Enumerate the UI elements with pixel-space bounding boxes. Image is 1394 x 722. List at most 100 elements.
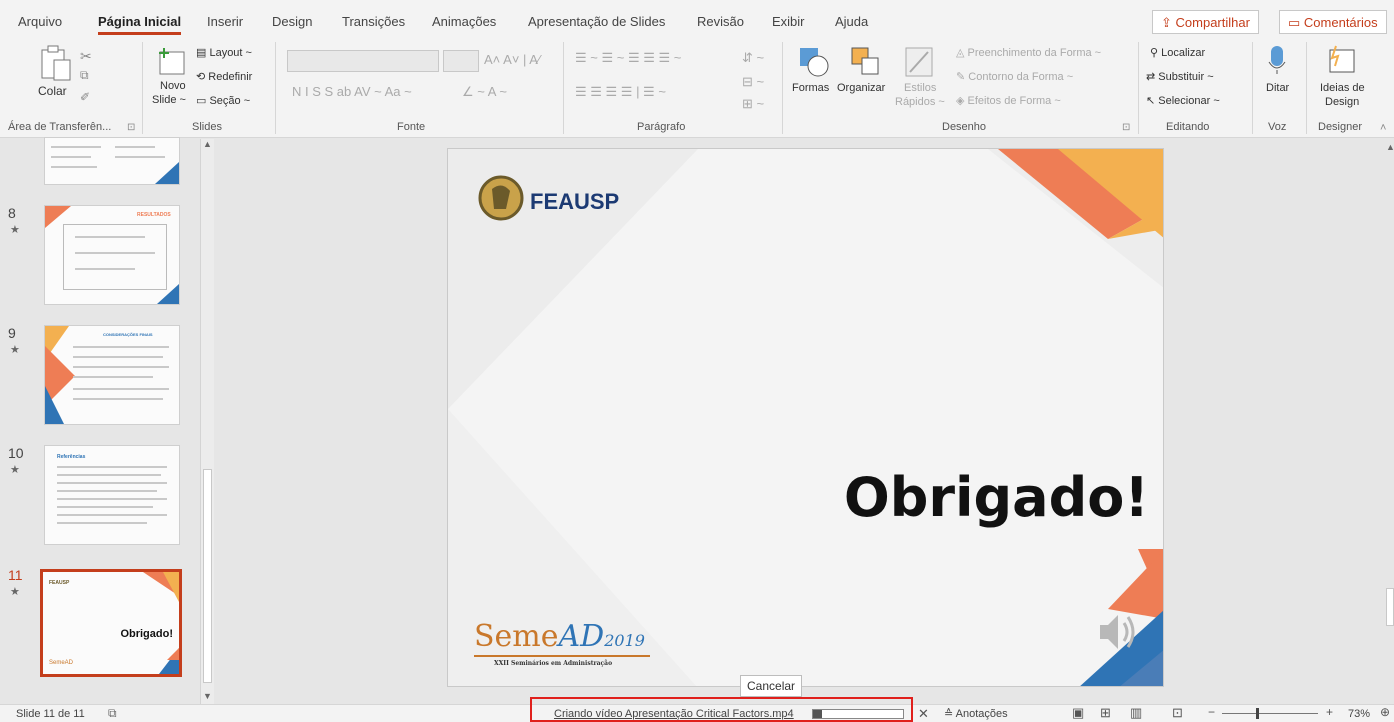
slide-canvas[interactable]: FEAUSP Obrigado! SemeAD2019 XXII Seminár…	[447, 148, 1164, 687]
tab-apresentacao[interactable]: Apresentação de Slides	[528, 14, 665, 29]
tab-pagina-inicial[interactable]: Página Inicial	[98, 14, 182, 35]
slide-number: 9	[8, 325, 16, 341]
slide-thumbnail-10[interactable]: Referências	[44, 445, 180, 545]
zoom-in-icon[interactable]: +	[1326, 705, 1333, 719]
video-export-highlight	[530, 697, 913, 722]
font-size-dropdown[interactable]	[443, 50, 479, 72]
canvas-scrollbar-thumb[interactable]	[1386, 588, 1394, 626]
share-button[interactable]: ⇪ Compartilhar	[1152, 10, 1259, 34]
reading-view-icon[interactable]: ▥	[1130, 705, 1142, 721]
slide-thumbnails-panel: 8 ★ RESULTADOS 9 ★ CONSIDERAÇÕES FINAIS …	[0, 137, 218, 704]
comments-button[interactable]: ▭ Comentários	[1279, 10, 1387, 34]
new-slide-icon	[159, 48, 185, 75]
paste-icon	[41, 45, 71, 81]
layout-icon: ▤	[196, 47, 210, 59]
clipboard-group-label: Área de Transferên...	[8, 121, 112, 133]
slide-thumbnail-9[interactable]: CONSIDERAÇÕES FINAIS	[44, 325, 180, 425]
dictate-button[interactable]: Ditar	[1266, 82, 1289, 94]
quick-styles-button[interactable]: Estilos	[904, 82, 936, 94]
zoom-out-icon[interactable]: −	[1208, 705, 1215, 719]
tab-ajuda[interactable]: Ajuda	[835, 14, 868, 29]
normal-view-icon[interactable]: ▣	[1072, 705, 1084, 721]
tab-arquivo[interactable]: Arquivo	[18, 14, 62, 29]
scroll-down-icon[interactable]: ▼	[203, 691, 212, 701]
find-button[interactable]: ⚲ Localizar	[1150, 46, 1205, 59]
tabs-bar: Arquivo Página Inicial Inserir Design Tr…	[0, 0, 1394, 38]
animation-star-icon: ★	[10, 586, 20, 598]
new-slide-button[interactable]: Novo	[160, 80, 186, 92]
cut-icon[interactable]: ✂	[80, 48, 92, 65]
highlight-color-icon[interactable]: ∠ ~ A ~	[462, 84, 507, 100]
arrange-button[interactable]: Organizar	[837, 82, 885, 94]
shapes-icon	[800, 48, 829, 77]
slide-heading[interactable]: Obrigado!	[844, 466, 1149, 529]
fit-slide-icon[interactable]: ⊕	[1380, 705, 1390, 719]
shape-fill-button[interactable]: ◬ Preenchimento da Forma ~	[956, 46, 1101, 59]
canvas-scroll-up-icon[interactable]: ▲	[1386, 142, 1394, 152]
microphone-icon	[1268, 46, 1286, 74]
align-text-icon[interactable]: ⊟ ~	[742, 74, 764, 90]
clipboard-launcher-icon[interactable]: ⊡	[127, 122, 135, 133]
bullets-icon[interactable]: ☰ ~ ☰ ~ ☰ ☰ ☰ ~	[575, 50, 681, 66]
tab-revisao[interactable]: Revisão	[697, 14, 744, 29]
font-name-dropdown[interactable]	[287, 50, 439, 72]
copy-icon[interactable]: ⧉	[80, 68, 89, 83]
align-icons[interactable]: ☰ ☰ ☰ ☰ | ☰ ~	[575, 84, 666, 100]
ribbon: Colar ✂ ⧉ ✐ Área de Transferên... ⊡ Novo…	[0, 38, 1394, 138]
shape-effects-button[interactable]: ◈ Efeitos de Forma ~	[956, 94, 1061, 107]
drawing-launcher-icon[interactable]: ⊡	[1122, 122, 1130, 133]
design-ideas-icon	[1329, 45, 1355, 73]
fea-usp-logo-text: FEAUSP	[530, 189, 620, 214]
notes-button[interactable]: ≙ Anotações	[944, 707, 1008, 720]
design-ideas-button[interactable]: Ideias de	[1320, 82, 1365, 94]
zoom-slider-knob[interactable]	[1255, 708, 1259, 719]
arrange-icon	[851, 47, 879, 75]
reset-icon: ⟲	[196, 71, 209, 83]
cancel-icon[interactable]: ✕	[918, 706, 929, 722]
shape-outline-button[interactable]: ✎ Contorno da Forma ~	[956, 70, 1073, 83]
accessibility-icon[interactable]: ⧉	[108, 706, 117, 721]
tab-transicoes[interactable]: Transições	[342, 14, 405, 29]
font-styles-row[interactable]: N I S S ab AV ~ Aa ~	[292, 84, 412, 99]
replace-button[interactable]: ⇄ Substituir ~	[1146, 70, 1214, 83]
animation-star-icon: ★	[10, 224, 20, 236]
text-direction-icon[interactable]: ⇵ ~	[742, 50, 764, 66]
zoom-slider[interactable]	[1222, 708, 1318, 719]
paste-button[interactable]: Colar	[38, 84, 67, 98]
shapes-button[interactable]: Formas	[792, 82, 829, 94]
animation-star-icon: ★	[10, 344, 20, 356]
notes-icon: ≙	[944, 708, 956, 720]
thumbnails-scrollbar[interactable]: ▲ ▼	[200, 139, 214, 704]
slide-number: 8	[8, 205, 16, 221]
smartart-icon[interactable]: ⊞ ~	[742, 96, 764, 112]
slideshow-icon[interactable]: ⊡	[1172, 705, 1183, 721]
tab-exibir[interactable]: Exibir	[772, 14, 805, 29]
font-grow-icon[interactable]: A˄ A˅ | A⁄	[484, 52, 540, 67]
tab-inserir[interactable]: Inserir	[207, 14, 243, 29]
slide-thumbnail-11[interactable]: FEAUSP Obrigado! SemeAD	[40, 569, 182, 677]
tab-animacoes[interactable]: Animações	[432, 14, 496, 29]
semead-logo: SemeAD2019 XXII Seminários em Administra…	[474, 619, 664, 667]
audio-speaker-icon[interactable]	[1094, 609, 1140, 655]
section-button[interactable]: ▭ Seção ~	[196, 94, 250, 107]
section-icon: ▭	[196, 95, 210, 107]
designer-group-label: Designer	[1318, 121, 1363, 133]
paint-bucket-icon: ◬	[956, 47, 968, 59]
collapse-ribbon-icon[interactable]: ˄	[1380, 122, 1386, 134]
cursor-icon: ↖	[1146, 95, 1159, 107]
scrollbar-thumb[interactable]	[203, 469, 212, 683]
slide-sorter-icon[interactable]: ⊞	[1100, 705, 1111, 721]
cancel-tooltip: Cancelar	[740, 675, 803, 697]
slide-thumbnail-7[interactable]	[44, 137, 180, 185]
fea-usp-logo-icon	[478, 175, 524, 221]
slide-number: 10	[8, 445, 24, 461]
tab-design[interactable]: Design	[272, 14, 312, 29]
slide-thumbnail-8[interactable]: RESULTADOS	[44, 205, 180, 305]
reset-button[interactable]: ⟲ Redefinir	[196, 70, 252, 83]
scroll-up-icon[interactable]: ▲	[203, 139, 212, 149]
format-painter-icon[interactable]: ✐	[80, 90, 90, 104]
share-icon: ⇪	[1161, 15, 1176, 30]
zoom-level[interactable]: 73%	[1348, 708, 1370, 720]
layout-button[interactable]: ▤ Layout ~	[196, 46, 252, 59]
select-button[interactable]: ↖ Selecionar ~	[1146, 94, 1220, 107]
